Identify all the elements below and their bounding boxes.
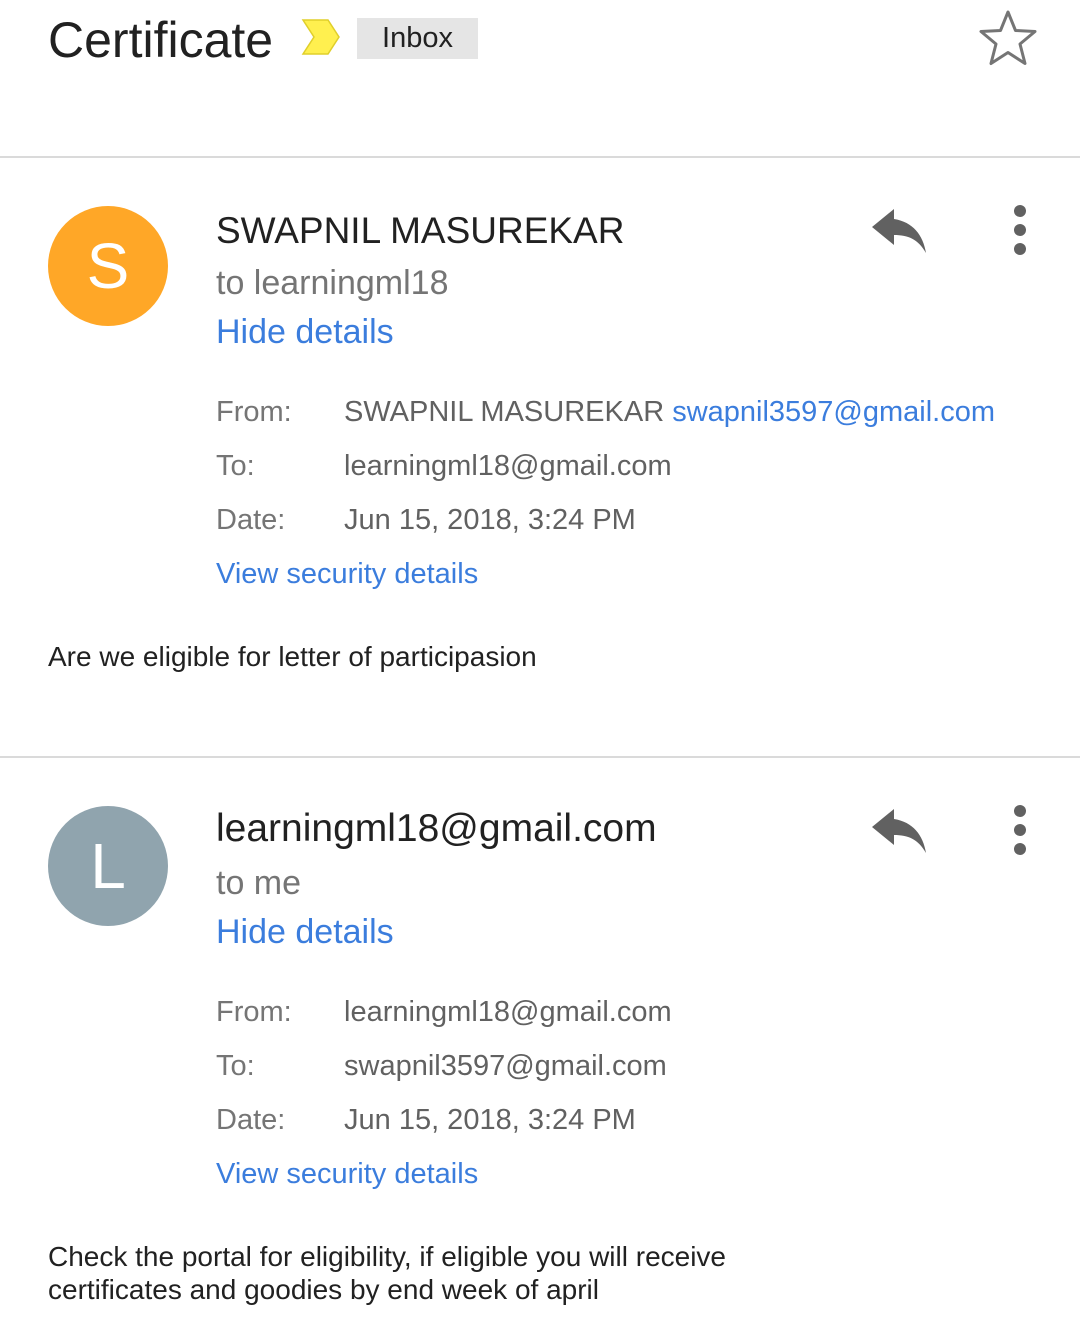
from-value: SWAPNIL MASUREKAR swapnil3597@gmail.com: [344, 392, 995, 432]
avatar[interactable]: L: [48, 806, 168, 926]
to-label: To:: [216, 450, 255, 482]
to-email-link[interactable]: learningml18@gmail.com: [344, 446, 672, 486]
message-body: Are we eligible for letter of participas…: [48, 641, 537, 672]
star-outline-icon[interactable]: [976, 6, 1040, 70]
date-value: Jun 15, 2018, 3:24 PM: [344, 504, 636, 536]
reply-icon[interactable]: [868, 205, 928, 255]
more-vert-icon[interactable]: [1008, 802, 1032, 858]
avatar[interactable]: S: [48, 206, 168, 326]
hide-details-link[interactable]: Hide details: [216, 910, 394, 954]
date-label: Date:: [216, 504, 286, 536]
from-email-link[interactable]: swapnil3597@gmail.com: [672, 396, 995, 428]
divider: [0, 756, 1080, 758]
from-label: From:: [216, 996, 292, 1028]
to-label: To:: [216, 1050, 255, 1082]
recipient-summary: to learningml18: [216, 264, 449, 302]
date-label: Date:: [216, 1104, 286, 1136]
to-email-link[interactable]: swapnil3597@gmail.com: [344, 1046, 667, 1086]
view-security-details-link[interactable]: View security details: [216, 554, 478, 594]
inbox-label-chip[interactable]: Inbox: [357, 18, 478, 59]
importance-marker-icon[interactable]: [300, 16, 342, 58]
from-name: SWAPNIL MASUREKAR: [344, 396, 665, 428]
divider: [0, 156, 1080, 158]
view-security-details-link[interactable]: View security details: [216, 1154, 478, 1194]
sender-name: SWAPNIL MASUREKAR: [216, 210, 625, 251]
recipient-summary: to me: [216, 864, 302, 902]
hide-details-link[interactable]: Hide details: [216, 310, 394, 354]
date-value: Jun 15, 2018, 3:24 PM: [344, 1104, 636, 1136]
more-vert-icon[interactable]: [1008, 202, 1032, 258]
reply-icon[interactable]: [868, 805, 928, 855]
thread-subject: Certificate: [48, 12, 274, 68]
message-body-line: certificates and goodies by end week of …: [48, 1274, 599, 1305]
message-body-line: Check the portal for eligibility, if eli…: [48, 1241, 727, 1272]
from-email-link[interactable]: learningml18@gmail.com: [344, 992, 672, 1032]
sender-name: learningml18@gmail.com: [216, 807, 657, 850]
from-label: From:: [216, 396, 292, 428]
message-body: Check the portal for eligibility, if eli…: [48, 1240, 948, 1306]
